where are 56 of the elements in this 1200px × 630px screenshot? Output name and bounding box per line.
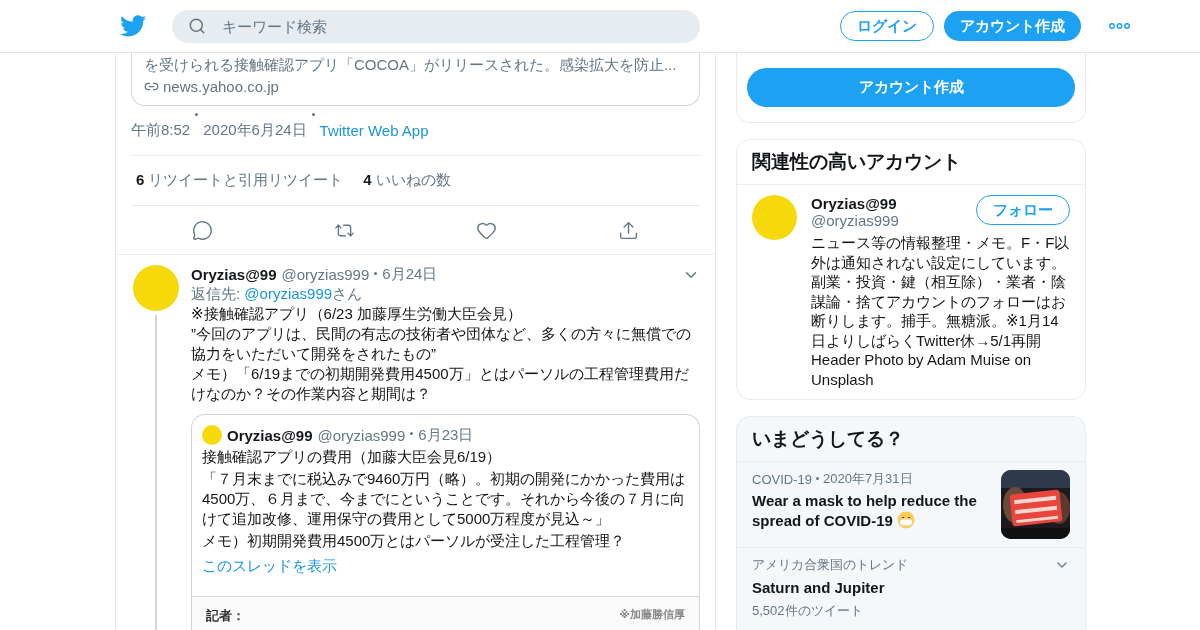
user-name[interactable]: Oryzias@99 bbox=[811, 195, 899, 212]
link-card[interactable]: を受けられる接触確認アプリ「COCOA」がリリースされた。感染拡大を防止... news.yahoo.co.jp bbox=[131, 53, 700, 106]
trend-item[interactable]: アメリカ合衆国のトレンド Saturn and Jupiter 5,502件のツイート bbox=[737, 548, 1085, 628]
show-thread-link[interactable]: このスレッドを表示 bbox=[202, 557, 689, 576]
follow-button[interactable]: フォロー bbox=[976, 195, 1070, 225]
tweet-text: メモ）「6/19までの初期開発費用4500万」とはパーソルの工程管理費用だけなのか？その作業内容と期間は？ bbox=[191, 364, 690, 404]
separator-dot-icon bbox=[311, 113, 315, 116]
mask-face-icon bbox=[896, 511, 915, 529]
reply-icon[interactable] bbox=[191, 219, 213, 241]
trend-context: アメリカ合衆国のトレンド bbox=[752, 556, 908, 574]
signup-button[interactable]: アカウント作成 bbox=[747, 68, 1075, 107]
tweet-text: 「７月末までに税込みで9460万円（略）。初期の開発にかかった費用は4500万、６月まで、今までにということです。それから今後の７月に向けて追加改修、運用保守の費用として5000万程度が見込～」 bbox=[202, 469, 687, 529]
link-domain: news.yahoo.co.jp bbox=[163, 78, 279, 95]
login-button[interactable]: ログイン bbox=[840, 11, 934, 41]
panel-title: 関連性の高いアカウント bbox=[737, 140, 1085, 185]
tweet-count: 5,502件のツイート bbox=[752, 602, 864, 620]
source-link[interactable]: Twitter Web App bbox=[319, 122, 429, 139]
stat-link[interactable]: 6 リツイートと引用リツイート bbox=[136, 171, 344, 190]
user-handle: @oryzias999 bbox=[811, 212, 899, 229]
quoted-tweet[interactable] bbox=[191, 414, 700, 630]
document-heading: 記者： bbox=[206, 607, 245, 625]
trend-item[interactable]: COVID-19 2020年7月31日 Wear a mask to help reduce the spread of COVID-19 bbox=[737, 462, 1085, 548]
link-description: を受けられる接触確認アプリ「COCOA」がリリースされた。感染拡大を防止... bbox=[144, 56, 678, 75]
search-field[interactable]: キーワード検索 bbox=[172, 9, 700, 43]
user-name: Oryzias@99 bbox=[227, 426, 313, 444]
separator-dot-icon bbox=[815, 477, 819, 480]
trend-date: 2020年7月31日 bbox=[822, 470, 913, 488]
panel-title: いまどうしてる？ bbox=[737, 417, 1085, 462]
tweet-text: メモ）初期開発費用4500万とはパーソルが受注した工程管理？ bbox=[202, 531, 627, 551]
tweet-text: 接触確認アプリの費用（加藤大臣会見6/19） bbox=[202, 447, 503, 467]
user-handle: @oryzias999 bbox=[281, 266, 370, 283]
trend-title: Saturn and Jupiter bbox=[752, 578, 886, 598]
trend-title: Wear a mask to help reduce the spread of COVID-19 bbox=[752, 491, 978, 531]
more-icon[interactable] bbox=[1109, 23, 1130, 29]
share-icon[interactable] bbox=[618, 219, 640, 241]
avatar bbox=[202, 425, 222, 445]
user-bio: ニュース等の情報整理・メモ。F・F以外は通知されない設定にしています。副業・投資・鍵（相互除）・業者・陰謀論・捨てアカウントのフォローはお断りします。捕手。無糖派。※1月14日よりしばらくTwitter休→5/1再開 Header Photo by Adam Muise on Unsplash bbox=[811, 233, 1070, 389]
reply-to: 返信先: @oryzias999さん bbox=[191, 284, 364, 304]
signup-button[interactable]: アカウント作成 bbox=[944, 11, 1081, 41]
tweet-text: ※接触確認アプリ（6/23 加藤厚生労働大臣会見） bbox=[191, 304, 523, 324]
user-handle: @oryzias999 bbox=[317, 426, 406, 444]
tweet-date: 6月24日 bbox=[382, 265, 438, 284]
separator-dot-icon bbox=[374, 272, 378, 275]
stat-link[interactable]: 4 いいねの数 bbox=[363, 171, 451, 190]
user-name[interactable]: Oryzias@99 bbox=[191, 266, 277, 283]
tweet-date: 6月23日 bbox=[418, 425, 474, 445]
tweet-text: ”今回のアプリは、民間の有志の技術者や団体など、多くの方々に無償での協力をいただいて開発をされたもの” bbox=[191, 324, 692, 364]
mention-link[interactable]: @oryzias999 bbox=[244, 285, 333, 302]
trend-context: COVID-19 bbox=[752, 471, 812, 487]
separator-dot-icon bbox=[195, 113, 199, 116]
document-note: ※加藤勝信厚 bbox=[619, 607, 685, 622]
separator-dot-icon bbox=[410, 432, 414, 435]
tweet-date: 2020年6月24日 bbox=[203, 121, 307, 140]
bird-icon[interactable] bbox=[120, 15, 146, 37]
search-icon bbox=[188, 16, 206, 35]
tweet-time: 午前8:52 bbox=[131, 121, 191, 140]
